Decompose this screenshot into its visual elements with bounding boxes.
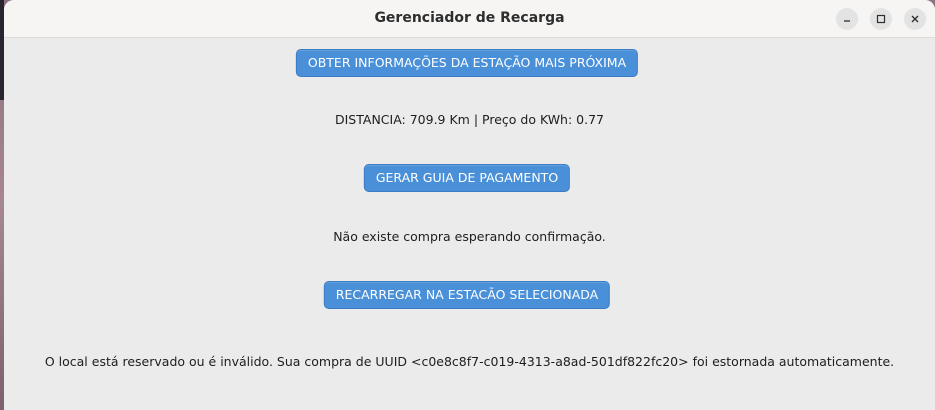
close-icon xyxy=(911,15,919,23)
close-button[interactable] xyxy=(904,8,926,30)
minimize-button[interactable] xyxy=(836,8,858,30)
maximize-button[interactable] xyxy=(870,8,892,30)
main-content: OBTER INFORMAÇÕES DA ESTAÇÃO MAIS PRÓXIM… xyxy=(4,38,935,410)
maximize-icon xyxy=(876,14,886,24)
window-controls xyxy=(836,8,926,30)
generate-payment-button[interactable]: GERAR GUIA DE PAGAMENTO xyxy=(363,164,571,192)
purchase-status-label: Não existe compra esperando confirmação. xyxy=(333,229,606,244)
window-title: Gerenciador de Recarga xyxy=(374,10,565,26)
recharge-button[interactable]: RECARREGAR NA ESTACÃO SELECIONADA xyxy=(323,281,611,309)
distance-price-label: DISTANCIA: 709.9 Km | Preço do KWh: 0.77 xyxy=(334,112,604,127)
app-window: Gerenciador de Recarga OBTER INFORMAÇÕES… xyxy=(4,0,935,410)
nearest-station-button[interactable]: OBTER INFORMAÇÕES DA ESTAÇÃO MAIS PRÓXIM… xyxy=(295,49,639,77)
refund-message-label: O local está reservado ou é inválido. Su… xyxy=(44,354,895,369)
title-bar[interactable]: Gerenciador de Recarga xyxy=(4,0,935,38)
minimize-icon xyxy=(844,20,850,22)
